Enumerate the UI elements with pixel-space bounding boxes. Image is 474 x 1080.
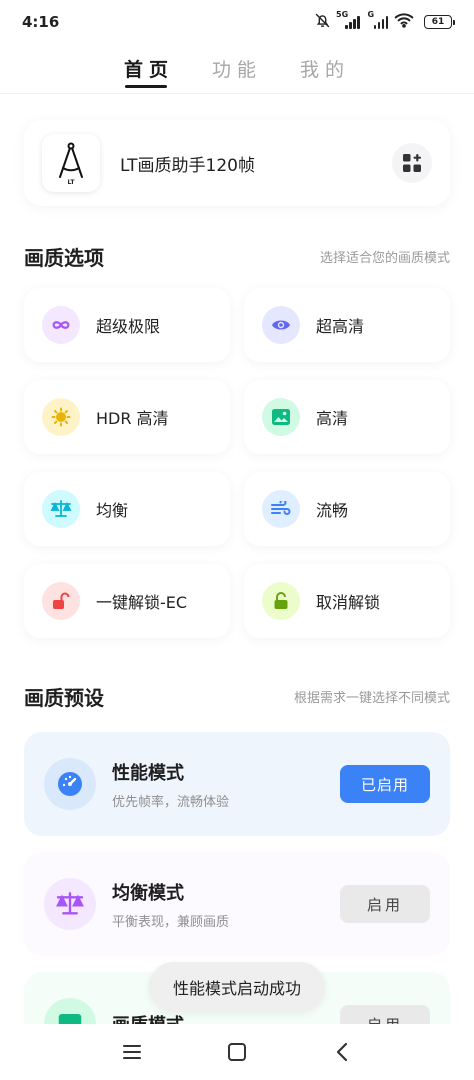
quality-options-grid: 超级极限 超高清 HDR 高清 高清 均衡 流畅 一键解锁-EC 取消解锁	[24, 288, 450, 638]
app-header-card: LT LT画质助手120帧	[24, 120, 450, 206]
presets-header: 画质预设 根据需求一键选择不同模式	[24, 682, 450, 711]
wind-icon	[262, 490, 300, 528]
option-label: 取消解锁	[316, 593, 381, 612]
top-tab-bar: 首页 功能 我的	[0, 48, 474, 94]
option-label: 高清	[316, 409, 349, 428]
preset-title: 性能模式	[112, 762, 184, 784]
option-ultra-hd[interactable]: 超高清	[244, 288, 450, 362]
logo-text: LT	[67, 178, 75, 186]
section-subtitle: 选择适合您的画质模式	[319, 251, 450, 266]
signal-icon: G	[368, 10, 388, 29]
preset-text: 性能模式 优先帧率，流畅体验	[112, 759, 340, 810]
sun-icon	[42, 398, 80, 436]
option-balanced[interactable]: 均衡	[24, 472, 230, 546]
signal-icon: 5G	[336, 10, 360, 29]
network-type-label: G	[367, 10, 375, 19]
tab-mine[interactable]: 我的	[300, 48, 350, 88]
balanced-enable-button[interactable]: 启用	[340, 885, 430, 923]
preset-balanced[interactable]: 均衡模式 平衡表现，兼顾画质 启用	[24, 852, 450, 956]
performance-enabled-button[interactable]: 已启用	[340, 765, 430, 803]
battery-icon: 61	[424, 15, 455, 29]
back-button[interactable]	[322, 1032, 362, 1072]
option-label: 超级极限	[96, 317, 161, 336]
speedometer-icon	[44, 758, 96, 810]
option-label: HDR 高清	[96, 409, 169, 428]
scale-icon	[42, 490, 80, 528]
tab-features[interactable]: 功能	[212, 48, 262, 88]
unlock-icon	[42, 582, 80, 620]
quality-options-header: 画质选项 选择适合您的画质模式	[24, 242, 450, 271]
status-time: 4:16	[22, 13, 60, 31]
section-subtitle: 根据需求一键选择不同模式	[293, 691, 450, 706]
lock-open-icon	[262, 582, 300, 620]
section-title: 画质预设	[24, 686, 104, 710]
wifi-icon	[394, 12, 414, 32]
option-hdr-hd[interactable]: HDR 高清	[24, 380, 230, 454]
compass-icon	[59, 142, 83, 178]
toast-message: 性能模式启动成功	[149, 962, 325, 1012]
option-label: 超高清	[316, 317, 365, 336]
apps-grid-add-icon	[403, 154, 421, 172]
option-unlock-ec[interactable]: 一键解锁-EC	[24, 564, 230, 638]
home-button[interactable]	[217, 1032, 257, 1072]
home-square-icon	[227, 1043, 246, 1061]
scale-icon	[44, 878, 96, 930]
menu-button[interactable]	[112, 1032, 152, 1072]
preset-title: 均衡模式	[112, 882, 184, 904]
app-name: LT画质助手120帧	[120, 155, 255, 176]
preset-description: 平衡表现，兼顾画质	[112, 914, 230, 930]
option-ultra-extreme[interactable]: 超级极限	[24, 288, 230, 362]
eye-icon	[262, 306, 300, 344]
menu-icon	[123, 1045, 142, 1059]
option-label: 均衡	[96, 501, 129, 520]
infinity-icon	[42, 306, 80, 344]
preset-performance[interactable]: 性能模式 优先帧率，流畅体验 已启用	[24, 732, 450, 836]
tab-home[interactable]: 首页	[124, 48, 174, 88]
app-logo: LT	[42, 134, 100, 192]
network-type-label: 5G	[336, 10, 349, 19]
section-title: 画质选项	[24, 246, 104, 270]
option-label: 一键解锁-EC	[96, 593, 188, 612]
status-bar: 4:16 5G G 61	[0, 0, 474, 44]
add-app-button[interactable]	[392, 143, 432, 183]
option-cancel-unlock[interactable]: 取消解锁	[244, 564, 450, 638]
system-nav-bar	[0, 1024, 474, 1080]
preset-description: 优先帧率，流畅体验	[112, 794, 230, 810]
status-icons: 5G G 61	[314, 10, 455, 33]
preset-text: 均衡模式 平衡表现，兼顾画质	[112, 879, 340, 930]
option-label: 流畅	[316, 501, 349, 520]
option-hd[interactable]: 高清	[244, 380, 450, 454]
mute-bell-icon	[314, 12, 331, 33]
back-chevron-icon	[336, 1042, 347, 1062]
image-icon	[262, 398, 300, 436]
option-smooth[interactable]: 流畅	[244, 472, 450, 546]
